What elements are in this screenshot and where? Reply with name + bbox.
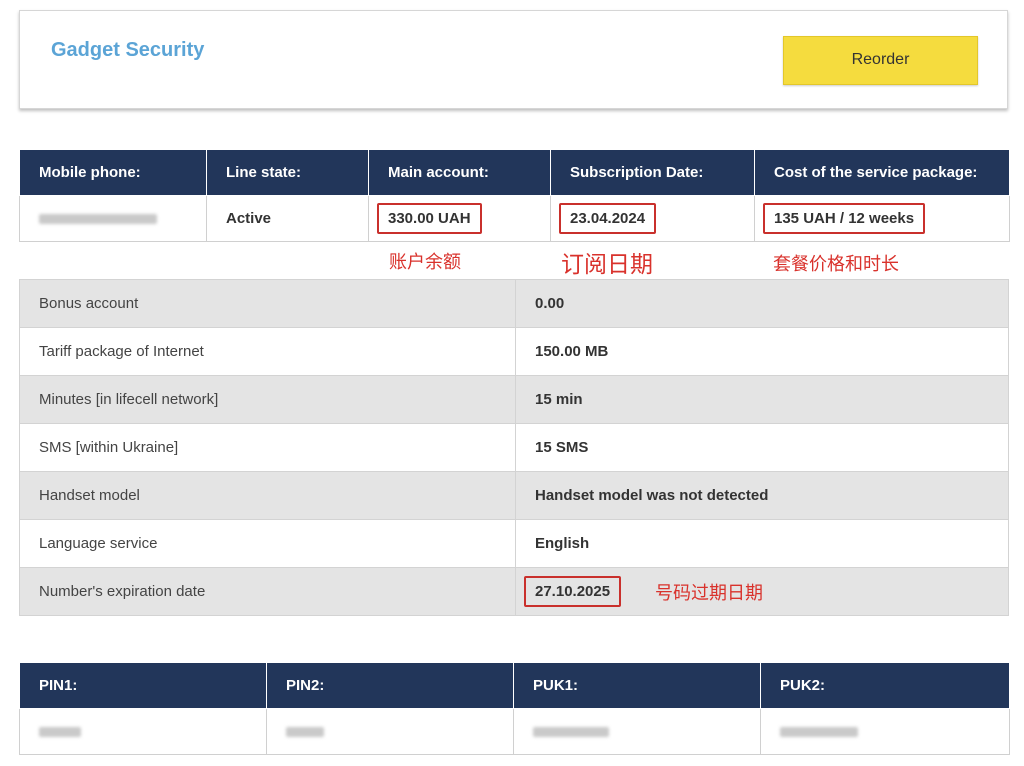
detail-row: Handset model Handset model was not dete… [19,471,1009,520]
annotation-balance: 账户余额 [389,252,461,273]
subscription-date-value: 23.04.2024 [559,203,657,234]
page-title: Gadget Security [51,39,205,61]
detail-value: English [515,519,1009,568]
detail-row: Number's expiration date 27.10.2025 [19,567,1009,616]
pin2-value [266,708,514,755]
detail-label: Handset model [19,471,516,520]
detail-value: 15 min [515,375,1009,424]
annotation-package: 套餐价格和时长 [773,254,899,275]
detail-row: Tariff package of Internet 150.00 MB [19,327,1009,376]
detail-value: Handset model was not detected [515,471,1009,520]
summary-header-row: Mobile phone: Line state: Main account: … [19,149,1010,196]
service-cost-value: 135 UAH / 12 weeks [763,203,926,234]
puk2-value [760,708,1010,755]
detail-value: 0.00 [515,279,1009,328]
reorder-button[interactable]: Reorder [783,36,978,85]
detail-label: Language service [19,519,516,568]
detail-value: 150.00 MB [515,327,1009,376]
summary-value-row: Active 330.00 UAH 23.04.2024 135 UAH / 1… [19,195,1010,242]
header-card: Gadget Security Reorder [19,10,1008,109]
pin-header-row: PIN1: PIN2: PUK1: PUK2: [19,662,1010,709]
detail-row: SMS [within Ukraine] 15 SMS [19,423,1009,472]
redacted-phone-number [39,214,157,225]
col-pin1: PIN1: [19,662,267,709]
pin-table: PIN1: PIN2: PUK1: PUK2: [19,662,1010,755]
redacted-pin1 [39,727,81,738]
expiration-date-value: 27.10.2025 [524,576,622,607]
col-pin2: PIN2: [266,662,514,709]
detail-row: Minutes [in lifecell network] 15 min [19,375,1009,424]
pin-value-row [19,708,1010,755]
line-state-value: Active [206,195,369,242]
details-table: Bonus account 0.00 Tariff package of Int… [19,279,1009,616]
detail-label: Bonus account [19,279,516,328]
detail-label: Minutes [in lifecell network] [19,375,516,424]
detail-label: Number's expiration date [19,567,516,616]
mobile-phone-value [19,195,207,242]
main-account-value: 330.00 UAH [377,203,482,234]
col-subscription-date: Subscription Date: [550,149,755,196]
detail-label: SMS [within Ukraine] [19,423,516,472]
col-line-state: Line state: [206,149,369,196]
col-puk1: PUK1: [513,662,761,709]
redacted-puk1 [533,727,609,738]
annotation-subscription-date: 订阅日期 [561,252,653,278]
service-cost-cell: 135 UAH / 12 weeks [754,195,1010,242]
detail-label: Tariff package of Internet [19,327,516,376]
puk1-value [513,708,761,755]
detail-row: Language service English [19,519,1009,568]
col-service-cost: Cost of the service package: [754,149,1010,196]
pin1-value [19,708,267,755]
annotation-expiry: 号码过期日期 [655,583,763,604]
subscription-date-cell: 23.04.2024 [550,195,755,242]
detail-value: 15 SMS [515,423,1009,472]
summary-table: Mobile phone: Line state: Main account: … [19,149,1010,242]
col-main-account: Main account: [368,149,551,196]
col-puk2: PUK2: [760,662,1010,709]
col-mobile-phone: Mobile phone: [19,149,207,196]
detail-row: Bonus account 0.00 [19,279,1009,328]
redacted-pin2 [286,727,324,738]
redacted-puk2 [780,727,858,738]
main-account-cell: 330.00 UAH [368,195,551,242]
